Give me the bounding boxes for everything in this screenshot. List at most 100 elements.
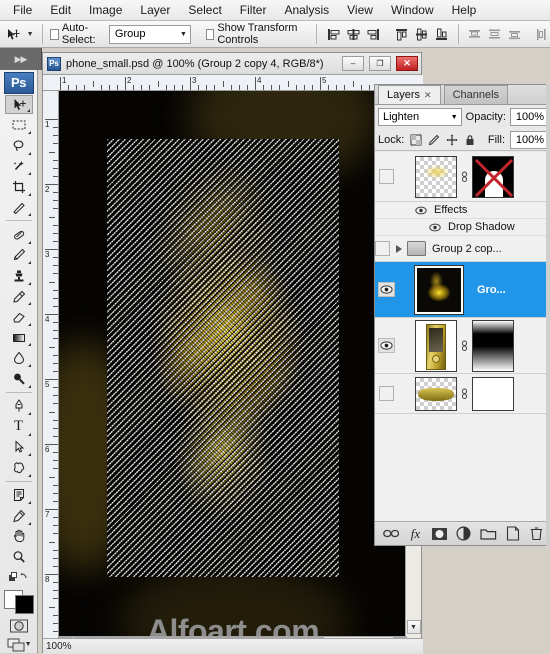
visibility-toggle[interactable] xyxy=(375,282,397,297)
visibility-toggle[interactable] xyxy=(375,386,397,401)
horizontal-type-tool[interactable]: T xyxy=(5,417,33,437)
blend-mode-select[interactable]: Lighten ▼ xyxy=(378,108,462,126)
dock-expand-strip[interactable]: ▶▶ xyxy=(0,48,42,70)
tab-channels[interactable]: Channels xyxy=(443,85,509,104)
distribute-bottom-edges-button[interactable] xyxy=(506,25,523,44)
delete-layer-button[interactable] xyxy=(528,525,546,543)
menu-item-select[interactable]: Select xyxy=(179,1,230,19)
magic-wand-tool[interactable] xyxy=(5,157,33,177)
layer-row[interactable] xyxy=(375,318,550,374)
auto-select-scope-select[interactable]: Group ▼ xyxy=(108,24,191,44)
new-adjustment-layer-button[interactable] xyxy=(455,525,473,543)
move-tool[interactable] xyxy=(4,94,33,115)
layer-row-selected[interactable]: Gro... xyxy=(375,262,550,318)
maximize-button[interactable]: ❐ xyxy=(369,56,391,71)
quick-mask-mode-icon[interactable] xyxy=(6,617,32,633)
layer-mask-thumbnail[interactable] xyxy=(472,319,514,372)
hand-tool[interactable] xyxy=(5,527,33,547)
opacity-input[interactable]: 100% xyxy=(510,108,550,126)
align-top-edges-button[interactable] xyxy=(393,25,410,44)
mask-link-icon[interactable] xyxy=(459,387,470,400)
notes-tool[interactable] xyxy=(5,485,33,505)
align-bottom-edges-button[interactable] xyxy=(433,25,450,44)
layer-row[interactable] xyxy=(375,374,550,414)
link-layers-button[interactable] xyxy=(382,525,400,543)
mask-link-icon[interactable] xyxy=(459,170,470,183)
expand-triangle-icon[interactable] xyxy=(396,244,402,253)
layer-mask-thumbnail[interactable] xyxy=(472,376,514,411)
screen-mode-icon[interactable]: ▼ xyxy=(6,637,32,653)
vertical-ruler[interactable]: 1 2 3 4 5 6 7 8 xyxy=(43,91,59,654)
distribute-vertical-centers-button[interactable] xyxy=(486,25,503,44)
brush-tool[interactable] xyxy=(5,246,33,266)
menu-item-edit[interactable]: Edit xyxy=(41,1,80,19)
gradient-tool[interactable] xyxy=(5,328,33,348)
minimize-button[interactable]: – xyxy=(342,56,364,71)
group-visibility-toggle[interactable] xyxy=(375,241,390,256)
artboard[interactable]: Alfoart.com ALFOART.COM xyxy=(59,91,407,654)
new-layer-button[interactable] xyxy=(504,525,522,543)
spot-healing-brush-tool[interactable] xyxy=(5,225,33,245)
effects-visibility-icon[interactable] xyxy=(413,206,429,215)
canvas-area[interactable]: Alfoart.com ALFOART.COM xyxy=(59,91,407,654)
blur-tool[interactable] xyxy=(5,348,33,368)
effect-row-drop-shadow[interactable]: Drop Shadow xyxy=(375,219,550,236)
custom-shape-tool[interactable] xyxy=(5,458,33,478)
lock-all-icon[interactable] xyxy=(463,133,476,146)
slice-tool[interactable] xyxy=(5,198,33,218)
distribute-top-edges-button[interactable] xyxy=(466,25,483,44)
dodge-tool[interactable] xyxy=(5,369,33,389)
menu-item-help[interactable]: Help xyxy=(443,1,486,19)
layer-row[interactable] xyxy=(375,152,550,202)
move-tool-icon[interactable] xyxy=(3,23,23,45)
effects-row[interactable]: Effects xyxy=(375,202,550,219)
eyedropper-tool[interactable] xyxy=(5,506,33,526)
layer-thumbnail[interactable] xyxy=(415,155,457,198)
menu-item-view[interactable]: View xyxy=(338,1,382,19)
lock-image-pixels-icon[interactable] xyxy=(427,133,440,146)
align-vertical-centers-button[interactable] xyxy=(413,25,430,44)
menu-item-file[interactable]: File xyxy=(4,1,41,19)
new-group-button[interactable] xyxy=(479,525,497,543)
align-right-edges-button[interactable] xyxy=(365,25,382,44)
visibility-toggle[interactable] xyxy=(375,338,397,353)
path-selection-tool[interactable] xyxy=(5,438,33,458)
layer-mask-thumbnail[interactable] xyxy=(472,155,514,198)
halftone-filtered-layer[interactable] xyxy=(107,139,339,577)
zoom-tool[interactable] xyxy=(5,547,33,567)
rectangular-marquee-tool[interactable] xyxy=(5,115,33,135)
lasso-tool[interactable] xyxy=(5,136,33,156)
drop-shadow-visibility-icon[interactable] xyxy=(427,223,443,232)
horizontal-ruler[interactable]: 1 2 3 4 5 xyxy=(43,75,423,91)
lock-position-icon[interactable] xyxy=(445,133,458,146)
layer-thumbnail[interactable] xyxy=(415,376,457,411)
tab-layers[interactable]: Layers ✕ xyxy=(378,85,441,104)
layer-group-row[interactable]: Group 2 cop... xyxy=(375,236,550,262)
distribute-left-edges-button[interactable] xyxy=(533,25,550,44)
pen-tool[interactable] xyxy=(5,396,33,416)
close-button[interactable]: ✕ xyxy=(396,56,418,71)
layers-list[interactable]: Effects Drop Shadow Group 2 cop... Gro..… xyxy=(375,152,550,521)
background-color-swatch[interactable] xyxy=(14,595,34,615)
menu-item-analysis[interactable]: Analysis xyxy=(275,1,338,19)
layer-thumbnail[interactable] xyxy=(415,319,457,372)
color-swatches[interactable] xyxy=(3,590,34,615)
align-left-edges-button[interactable] xyxy=(325,25,342,44)
lock-transparent-pixels-icon[interactable] xyxy=(409,133,422,146)
history-brush-tool[interactable] xyxy=(5,287,33,307)
visibility-toggle[interactable] xyxy=(375,169,397,184)
fill-input[interactable]: 100% xyxy=(510,130,550,149)
close-icon[interactable]: ✕ xyxy=(424,90,432,101)
menu-item-layer[interactable]: Layer xyxy=(131,1,179,19)
menu-item-image[interactable]: Image xyxy=(80,1,131,19)
tool-preset-chevron-icon[interactable]: ▼ xyxy=(27,31,34,38)
mask-link-icon[interactable] xyxy=(459,339,470,352)
align-horizontal-centers-button[interactable] xyxy=(345,25,362,44)
clone-stamp-tool[interactable] xyxy=(5,266,33,286)
menu-item-window[interactable]: Window xyxy=(382,1,443,19)
default-colors-and-swap[interactable] xyxy=(6,570,32,586)
auto-select-checkbox[interactable] xyxy=(50,28,59,40)
layer-style-button[interactable]: fx xyxy=(406,525,424,543)
crop-tool[interactable] xyxy=(5,177,33,197)
menu-item-filter[interactable]: Filter xyxy=(231,1,276,19)
